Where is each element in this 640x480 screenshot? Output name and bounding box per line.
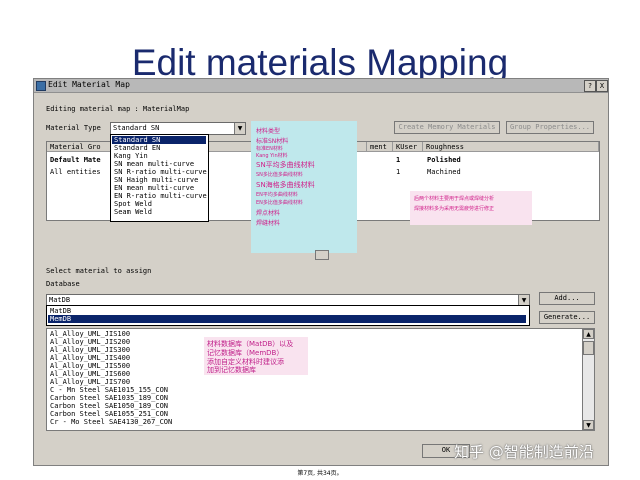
group-properties-button[interactable]: Group Properties... bbox=[506, 121, 594, 134]
list-item[interactable]: Al_Alloy_UML_JIS100 bbox=[50, 330, 130, 338]
list-item[interactable]: Carbon Steel SAE1035_189_CON bbox=[50, 394, 168, 402]
list-item[interactable]: Carbon Steel SAE1050_189_CON bbox=[50, 402, 168, 410]
annotation-text: 加到记忆数据库 bbox=[207, 366, 256, 374]
dropdown-option[interactable]: EN mean multi-curve bbox=[112, 184, 206, 192]
annotation-database-note: 材料数据库（MatDB）以及 记忆数据库（MemDB） 添加自定义材料时建议添 … bbox=[204, 337, 308, 375]
annotation-text: SN多比值多曲线材料 bbox=[256, 172, 303, 178]
annotation-text: SN海格多曲线材料 bbox=[256, 181, 315, 189]
dropdown-option[interactable]: SN Haigh multi-curve bbox=[112, 176, 206, 184]
dropdown-option[interactable]: MatDB bbox=[48, 307, 526, 315]
annotation-text: SN平均多曲线材料 bbox=[256, 161, 315, 169]
scroll-down-icon[interactable]: ▼ bbox=[583, 420, 594, 430]
add-button[interactable]: Add... bbox=[539, 292, 595, 305]
material-type-dropdown-list: Standard SN Standard EN Kang Yin SN mean… bbox=[110, 134, 209, 222]
watermark: 知乎 @智能制造前沿 bbox=[454, 443, 594, 461]
database-dropdown-list: MatDB MemDB bbox=[46, 305, 530, 326]
close-button[interactable]: X bbox=[596, 80, 608, 92]
annotation-text: EN多比值多曲线材料 bbox=[256, 200, 303, 206]
chevron-down-icon[interactable]: ▼ bbox=[234, 123, 245, 134]
table-row-kuser: 1 bbox=[396, 168, 401, 176]
database-value: MatDB bbox=[49, 296, 71, 304]
annotation-material-types: 材料类型 标准SN材料 标准EN材料 Kang Yin材料 SN平均多曲线材料 … bbox=[251, 121, 357, 253]
list-item[interactable]: Cr - Mo Steel SAE4130_267_CON bbox=[50, 418, 172, 426]
annotation-text: 标准SN材料 bbox=[256, 138, 289, 145]
create-memory-materials-button[interactable]: Create Memory Materials bbox=[394, 121, 500, 134]
dropdown-option[interactable]: MemDB bbox=[48, 315, 526, 323]
annotation-text: 焊缝材料 bbox=[256, 220, 281, 227]
column-header-ment[interactable]: ment bbox=[367, 142, 393, 152]
dropdown-option[interactable]: SN R-ratio multi-curve bbox=[112, 168, 207, 176]
slide-footer: 第7页, 共34页。 bbox=[297, 470, 343, 477]
splitter-handle[interactable] bbox=[315, 250, 329, 260]
annotation-text: 焊点材料 bbox=[256, 210, 281, 217]
scroll-thumb[interactable] bbox=[583, 341, 594, 355]
help-button[interactable]: ? bbox=[584, 80, 596, 92]
edit-material-map-dialog: Edit Material Map ? X Editing material m… bbox=[33, 78, 609, 466]
dropdown-option[interactable]: Standard SN bbox=[112, 136, 206, 144]
select-material-label: Select material to assign bbox=[46, 267, 152, 275]
dropdown-option[interactable]: Standard EN bbox=[112, 144, 206, 152]
window-title: Edit Material Map bbox=[48, 80, 130, 89]
table-row-roughness: Polished bbox=[427, 156, 461, 164]
material-type-value: Standard SN bbox=[113, 124, 160, 132]
list-item[interactable]: Al_Alloy_UML_JIS600 bbox=[50, 370, 130, 378]
list-item[interactable]: Carbon Steel SAE1055_251_CON bbox=[50, 410, 168, 418]
annotation-weld-note: 后两个材料主要用于焊点或焊缝分析 焊接材料多为采用无需疲劳进行修正 bbox=[410, 191, 532, 225]
annotation-text: Kang Yin材料 bbox=[256, 153, 288, 159]
table-row-group[interactable]: Default Mate bbox=[50, 156, 101, 164]
materials-list: Al_Alloy_UML_JIS100 Al_Alloy_UML_JIS200 … bbox=[46, 328, 583, 431]
list-item[interactable]: Al_Alloy_UML_JIS400 bbox=[50, 354, 130, 362]
list-item[interactable]: Al_Alloy_UML_JIS200 bbox=[50, 338, 130, 346]
annotation-text: EN平均多曲线材料 bbox=[256, 192, 298, 198]
column-header-kuser[interactable]: KUser bbox=[393, 142, 423, 152]
annotation-text: 后两个材料主要用于焊点或焊缝分析 bbox=[414, 196, 495, 202]
dropdown-option[interactable]: Spot Weld bbox=[112, 200, 206, 208]
annotation-text: 材料类型 bbox=[256, 128, 281, 135]
window-titlebar[interactable]: Edit Material Map ? X bbox=[34, 79, 608, 93]
annotation-text: 标准EN材料 bbox=[256, 146, 283, 152]
app-icon bbox=[36, 81, 46, 91]
dropdown-option[interactable]: Kang Yin bbox=[112, 152, 206, 160]
material-type-label: Material Type bbox=[46, 124, 101, 132]
materials-scrollbar[interactable]: ▲ ▼ bbox=[582, 328, 595, 431]
scroll-up-icon[interactable]: ▲ bbox=[583, 329, 594, 339]
annotation-text: 焊接材料多为采用无需疲劳进行修正 bbox=[414, 206, 495, 212]
list-item[interactable]: Al_Alloy_UML_JIS700 bbox=[50, 378, 130, 386]
list-item[interactable]: Al_Alloy_UML_JIS300 bbox=[50, 346, 130, 354]
list-item[interactable]: C - Mn Steel SAE1015_155_CON bbox=[50, 386, 168, 394]
database-label: Database bbox=[46, 280, 80, 288]
table-row-kuser: 1 bbox=[396, 156, 401, 164]
dropdown-option[interactable]: Seam Weld bbox=[112, 208, 206, 216]
dropdown-option[interactable]: EN R-ratio multi-curve bbox=[112, 192, 207, 200]
column-header-roughness[interactable]: Roughness bbox=[423, 142, 599, 152]
column-header-material-group[interactable]: Material Gro bbox=[47, 142, 113, 152]
table-row-group[interactable]: All entities bbox=[50, 168, 101, 176]
editing-label: Editing material map : MaterialMap bbox=[46, 105, 190, 113]
list-item[interactable]: Al_Alloy_UML_JIS500 bbox=[50, 362, 130, 370]
table-row-roughness: Machined bbox=[427, 168, 461, 176]
generate-button[interactable]: Generate... bbox=[539, 311, 595, 324]
dropdown-option[interactable]: SN mean multi-curve bbox=[112, 160, 206, 168]
